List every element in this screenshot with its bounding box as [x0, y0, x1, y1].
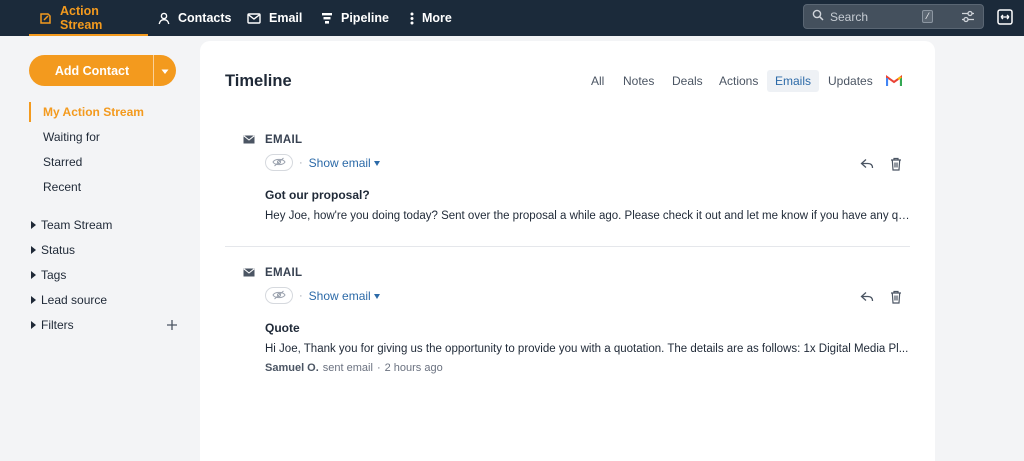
pipeline-icon [321, 12, 333, 25]
top-nav-bar: Action Stream Contacts Email Pipeline Mo… [0, 0, 1024, 36]
show-email-label: Show email [308, 155, 371, 170]
nav-pipeline[interactable]: Pipeline [321, 0, 389, 36]
action-stream-icon [39, 12, 52, 25]
eye-slash-icon [272, 156, 286, 170]
sidebar-group-label: Filters [41, 318, 74, 332]
email-entry-header: EMAIL [243, 266, 913, 280]
sidebar-item-my-action-stream[interactable]: My Action Stream [43, 105, 144, 119]
add-contact-main-button[interactable]: Add Contact [29, 55, 153, 86]
sidebar-group-lead-source[interactable]: Lead source [31, 293, 107, 307]
tab-updates[interactable]: Updates [828, 70, 873, 92]
entry-type-label: EMAIL [265, 134, 303, 146]
nav-email[interactable]: Email [247, 0, 302, 36]
email-preview[interactable]: Hi Joe, Thank you for giving us the oppo… [265, 343, 910, 355]
filter-sliders-icon[interactable] [961, 10, 975, 23]
tab-actions[interactable]: Actions [719, 70, 758, 92]
nav-more[interactable]: More [410, 0, 452, 36]
add-filter-plus-icon[interactable] [166, 318, 178, 330]
show-email-toggle[interactable]: Show email [309, 156, 380, 170]
nav-label: Action Stream [60, 4, 103, 32]
search-shortcut-hint: / [922, 10, 933, 23]
email-entry-header: EMAIL [243, 133, 913, 147]
sender-name[interactable]: Samuel O. [265, 362, 319, 374]
caret-right-icon [31, 246, 36, 254]
nav-label: Pipeline [341, 11, 389, 25]
sidebar-item-starred[interactable]: Starred [43, 155, 82, 169]
add-contact-dropdown-button[interactable] [153, 55, 176, 86]
envelope-icon [247, 12, 261, 24]
separator-dot: · [376, 362, 381, 374]
caret-right-icon [31, 271, 36, 279]
nav-label: More [422, 11, 452, 25]
sidebar-item-recent[interactable]: Recent [43, 180, 81, 194]
meta-action: sent email [322, 362, 373, 374]
search-icon [812, 8, 824, 26]
tab-all[interactable]: All [591, 70, 604, 92]
show-email-toggle[interactable]: Show email [309, 289, 380, 303]
tab-emails[interactable]: Emails [767, 70, 820, 92]
separator-dot: · [299, 156, 303, 169]
entry-type-label: EMAIL [265, 267, 303, 279]
caret-right-icon [31, 221, 36, 229]
show-email-label: Show email [308, 288, 371, 303]
eye-slash-icon [272, 289, 286, 303]
page-title: Timeline [225, 72, 292, 90]
reply-icon[interactable] [859, 156, 875, 172]
sidebar-group-label: Tags [41, 268, 67, 282]
caret-right-icon [31, 296, 36, 304]
sidebar-group-label: Lead source [41, 293, 108, 307]
sidebar-group-label: Status [41, 243, 76, 257]
tab-notes[interactable]: Notes [623, 70, 654, 92]
entry-divider [225, 246, 910, 247]
email-preview[interactable]: Hey Joe, how're you doing today? Sent ov… [265, 210, 910, 222]
envelope-icon [243, 131, 255, 149]
sidebar-item-waiting-for[interactable]: Waiting for [43, 130, 100, 144]
active-indicator [29, 102, 31, 122]
email-visibility-row: · Show email [265, 287, 380, 304]
sidebar-group-status[interactable]: Status [31, 243, 75, 257]
contacts-icon [158, 12, 170, 25]
sidebar-group-label: Team Stream [41, 218, 113, 232]
timeline-email-entry: EMAIL · Show email Got our proposal? Hey… [243, 133, 913, 233]
nav-label: Email [269, 11, 303, 25]
email-subject: Got our proposal? [265, 188, 370, 202]
timeline-card [200, 41, 935, 461]
sidebar-group-filters[interactable]: Filters [31, 318, 74, 332]
separator-dot: · [299, 289, 303, 302]
add-contact-button[interactable]: Add Contact [29, 55, 176, 86]
visibility-toggle[interactable] [265, 287, 293, 304]
trash-icon[interactable] [888, 156, 904, 172]
sidebar-group-team-stream[interactable]: Team Stream [31, 218, 112, 232]
caret-down-icon [373, 160, 380, 166]
gmail-icon[interactable] [885, 74, 903, 92]
tab-deals[interactable]: Deals [672, 70, 703, 92]
caret-down-icon [373, 293, 380, 299]
visibility-toggle[interactable] [265, 154, 293, 171]
nav-label: Contacts [178, 11, 232, 25]
kebab-icon [410, 12, 414, 25]
caret-right-icon [31, 321, 36, 329]
chevron-down-icon [161, 64, 169, 78]
email-subject: Quote [265, 321, 300, 335]
envelope-icon [243, 264, 255, 282]
trash-icon[interactable] [888, 289, 904, 305]
nav-action-stream[interactable]: Action Stream [29, 0, 148, 36]
timestamp: 2 hours ago [384, 362, 443, 374]
nav-contacts[interactable]: Contacts [158, 0, 231, 36]
search-box[interactable]: / [803, 4, 984, 29]
search-input[interactable] [830, 9, 916, 24]
sidebar-group-tags[interactable]: Tags [31, 268, 66, 282]
email-visibility-row: · Show email [265, 154, 380, 171]
timeline-email-entry: EMAIL · Show email Quote Hi Joe, Thank y… [243, 266, 913, 381]
expand-panel-icon[interactable] [996, 8, 1014, 26]
email-meta: Samuel O. sent email · 2 hours ago [265, 362, 443, 374]
reply-icon[interactable] [859, 289, 875, 305]
